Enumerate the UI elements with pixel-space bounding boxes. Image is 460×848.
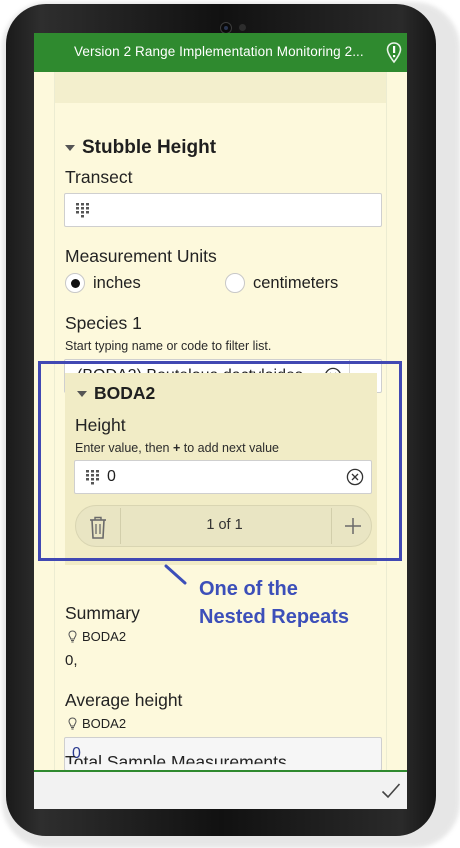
average-reference: BODA2	[68, 716, 126, 731]
form-footer	[34, 770, 407, 809]
summary-reference: BODA2	[68, 629, 126, 644]
annotation-pointer	[164, 564, 187, 585]
transect-input[interactable]	[64, 193, 382, 227]
species-label: Species 1	[65, 313, 142, 333]
gps-icon[interactable]	[384, 41, 404, 65]
average-label: Average height	[65, 690, 183, 710]
radio-selected-icon	[65, 273, 85, 293]
group-title: Stubble Height	[82, 137, 217, 158]
app-header: Version 2 Range Implementation Monitorin…	[34, 33, 407, 72]
transect-label: Transect	[65, 167, 133, 187]
summary-label: Summary	[65, 603, 140, 623]
summary-ref-text: BODA2	[82, 629, 127, 644]
keypad-icon	[76, 203, 89, 218]
group-header-stubble-height[interactable]: Stubble Height	[65, 137, 216, 159]
check-icon[interactable]	[381, 782, 401, 800]
radio-inches[interactable]: inches	[65, 273, 141, 293]
survey-title: Version 2 Range Implementation Monitorin…	[74, 44, 364, 59]
radio-label-centimeters: centimeters	[253, 273, 339, 292]
species-hint: Start typing name or code to filter list…	[65, 339, 272, 353]
previous-group-footer	[55, 72, 386, 103]
radio-unselected-icon	[225, 273, 245, 293]
average-ref-text: BODA2	[82, 716, 127, 731]
summary-value: 0,	[65, 652, 78, 669]
units-label: Measurement Units	[65, 246, 217, 266]
radio-centimeters[interactable]: centimeters	[225, 273, 338, 293]
bulb-icon	[68, 717, 77, 730]
radio-label-inches: inches	[93, 273, 141, 292]
annotation-text: One of the Nested Repeats	[199, 578, 350, 628]
collapse-caret-icon	[65, 145, 75, 151]
sensor-icon	[239, 24, 246, 31]
annotation-box	[38, 361, 402, 561]
bulb-icon	[68, 630, 77, 643]
